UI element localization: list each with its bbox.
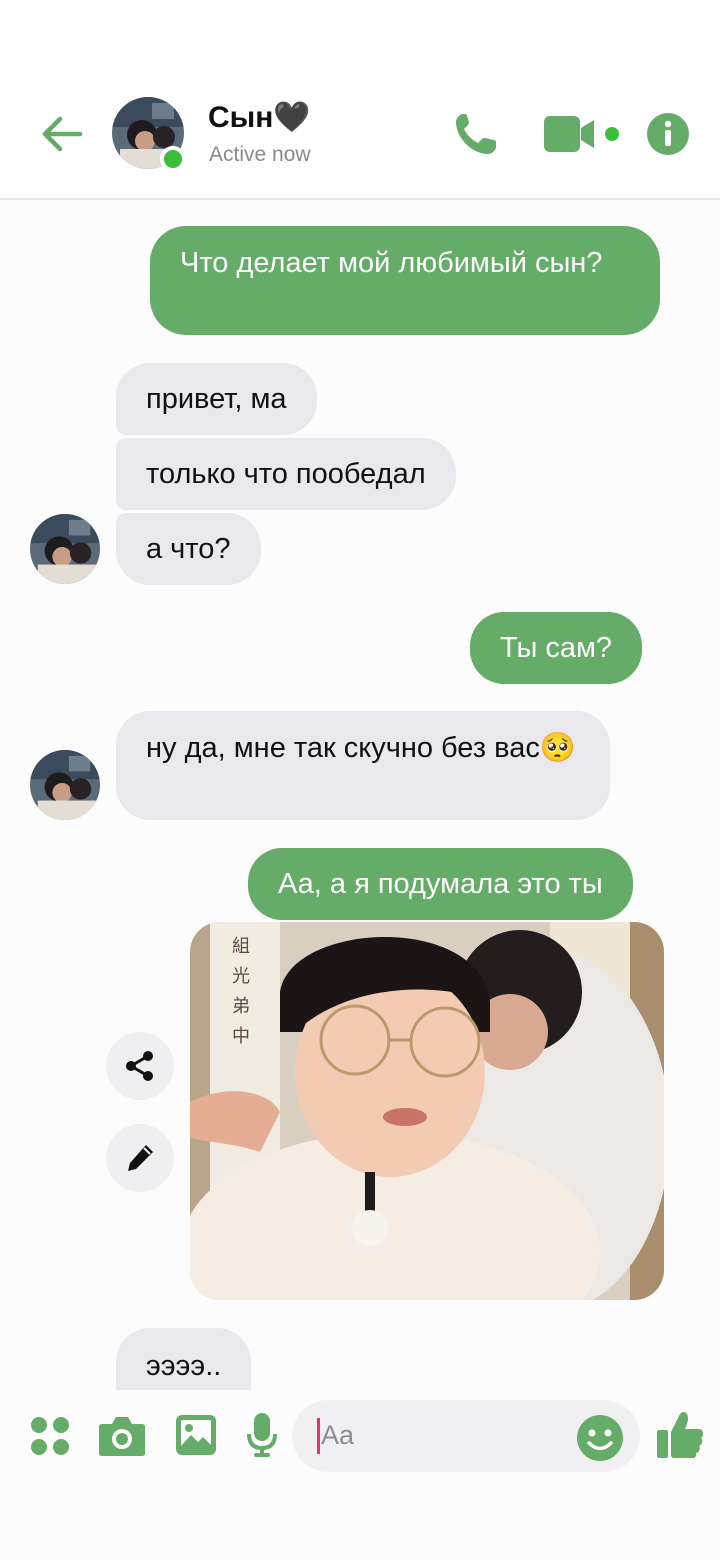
- incoming-message[interactable]: только что пообедал: [116, 438, 456, 510]
- edit-pencil-icon: [128, 1145, 153, 1171]
- contact-name[interactable]: Сын🖤: [208, 100, 311, 135]
- thumbs-up-icon[interactable]: [656, 1410, 704, 1460]
- phone-icon[interactable]: [450, 108, 502, 160]
- microphone-icon[interactable]: [246, 1412, 278, 1458]
- incoming-message[interactable]: ну да, мне так скучно без вас🥺: [116, 711, 610, 820]
- sender-avatar[interactable]: [30, 750, 100, 820]
- svg-text:弟: 弟: [232, 996, 250, 1017]
- sender-avatar[interactable]: [30, 514, 100, 584]
- online-status-dot: [160, 146, 186, 172]
- outgoing-message[interactable]: Ты сам?: [470, 612, 643, 684]
- outgoing-message[interactable]: Что делает мой любимый сын?: [150, 226, 660, 335]
- share-icon: [126, 1051, 153, 1081]
- avatar-photo: [30, 750, 100, 820]
- incoming-message[interactable]: а что?: [116, 513, 261, 585]
- message-input-placeholder: Aa: [321, 1420, 355, 1450]
- active-status: Active now: [209, 143, 311, 166]
- outgoing-message[interactable]: Аа, а я подумала это ты: [248, 848, 633, 920]
- edit-button[interactable]: [106, 1124, 174, 1192]
- text-cursor: [317, 1418, 320, 1454]
- incoming-message[interactable]: привет, ма: [116, 363, 317, 435]
- chat-header: [0, 0, 720, 200]
- gallery-icon[interactable]: [174, 1413, 218, 1457]
- svg-text:中: 中: [232, 1026, 250, 1047]
- emoji-icon[interactable]: [576, 1414, 624, 1462]
- svg-text:光: 光: [232, 966, 250, 987]
- shared-photo: 組 光 弟 中: [190, 922, 664, 1300]
- info-icon[interactable]: [646, 112, 690, 156]
- video-camera-icon[interactable]: [544, 114, 624, 154]
- apps-icon[interactable]: [30, 1416, 70, 1456]
- avatar-photo: [30, 514, 100, 584]
- photo-message[interactable]: 組 光 弟 中: [190, 922, 664, 1300]
- share-button[interactable]: [106, 1032, 174, 1100]
- svg-text:組: 組: [232, 936, 250, 957]
- back-arrow-icon[interactable]: [38, 110, 86, 158]
- camera-icon[interactable]: [98, 1414, 146, 1458]
